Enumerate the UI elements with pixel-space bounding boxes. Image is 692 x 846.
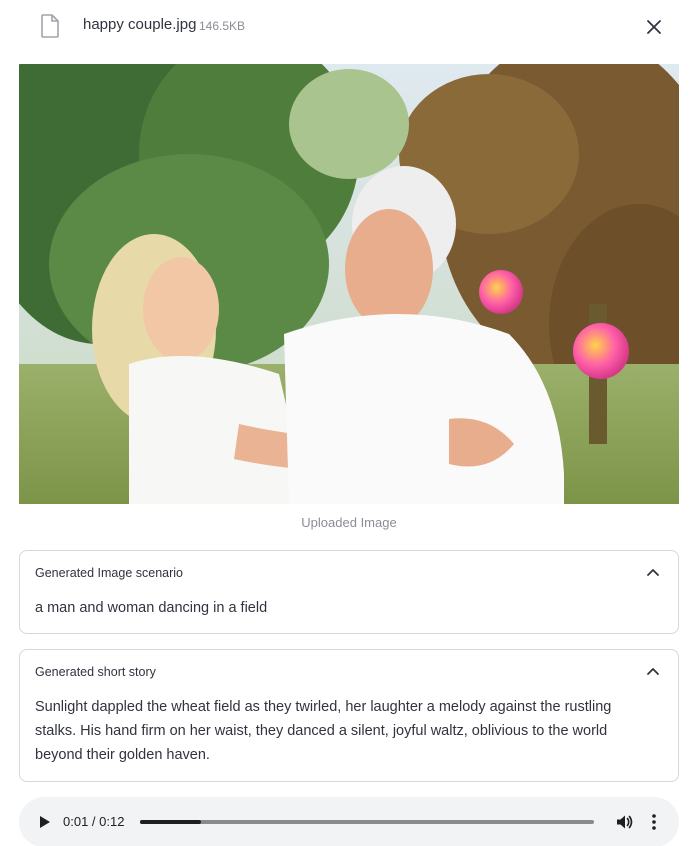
uploaded-file-row: happy couple.jpg 146.5KB bbox=[0, 0, 692, 56]
expander-title[interactable]: Generated short story bbox=[35, 665, 156, 679]
uploaded-image bbox=[19, 64, 679, 504]
story-text: Sunlight dappled the wheat field as they… bbox=[35, 699, 612, 763]
image-caption: Uploaded Image bbox=[301, 515, 397, 530]
audio-seek-bar[interactable] bbox=[140, 820, 594, 824]
expander-title[interactable]: Generated Image scenario bbox=[35, 566, 183, 580]
story-expander[interactable]: Generated short story Sunlight dappled t… bbox=[19, 649, 679, 782]
chevron-up-icon[interactable] bbox=[646, 567, 660, 577]
file-icon bbox=[41, 14, 59, 38]
scenario-text: a man and woman dancing in a field bbox=[35, 600, 268, 616]
more-options-icon[interactable] bbox=[648, 813, 660, 831]
close-icon[interactable] bbox=[644, 17, 664, 37]
play-icon[interactable] bbox=[37, 815, 51, 829]
audio-progress-fill bbox=[140, 820, 202, 824]
couple-dancing-photo bbox=[19, 64, 679, 504]
file-name: happy couple.jpg bbox=[83, 16, 197, 33]
chevron-up-icon[interactable] bbox=[646, 666, 660, 676]
file-size: 146.5KB bbox=[199, 19, 246, 33]
audio-player: 0:01 / 0:12 bbox=[19, 797, 679, 846]
volume-icon[interactable] bbox=[615, 813, 633, 831]
scenario-expander[interactable]: Generated Image scenario a man and woman… bbox=[19, 550, 679, 634]
audio-time: 0:01 / 0:12 bbox=[63, 814, 125, 829]
